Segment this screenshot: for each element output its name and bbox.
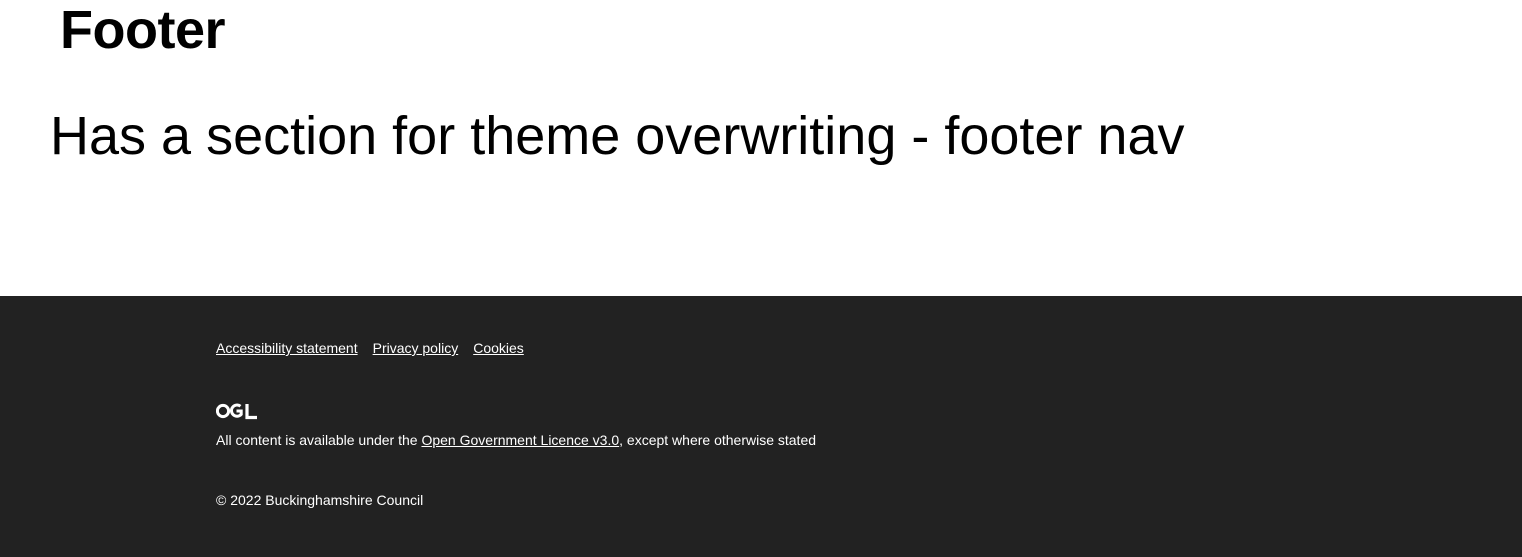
page-description: Has a section for theme overwriting - fo… <box>50 106 1185 166</box>
footer-link-privacy-policy[interactable]: Privacy policy <box>373 339 459 357</box>
site-footer: Accessibility statement Privacy policy C… <box>0 296 1522 557</box>
open-government-licence-link[interactable]: Open Government Licence v3.0 <box>421 432 619 448</box>
footer-link-cookies[interactable]: Cookies <box>473 339 524 357</box>
footer-container: Accessibility statement Privacy policy C… <box>216 296 1316 557</box>
licence-prefix: All content is available under the <box>216 432 422 448</box>
footer-link-accessibility-statement[interactable]: Accessibility statement <box>216 339 358 357</box>
ogl-logo-icon <box>216 403 257 420</box>
copyright-text: © 2022 Buckinghamshire Council <box>216 492 424 508</box>
licence-suffix: , except where otherwise stated <box>619 432 817 448</box>
page-title: Footer <box>60 0 226 60</box>
licence-statement: All content is available under the Open … <box>216 431 816 449</box>
footer-nav: Accessibility statement Privacy policy C… <box>216 339 524 357</box>
